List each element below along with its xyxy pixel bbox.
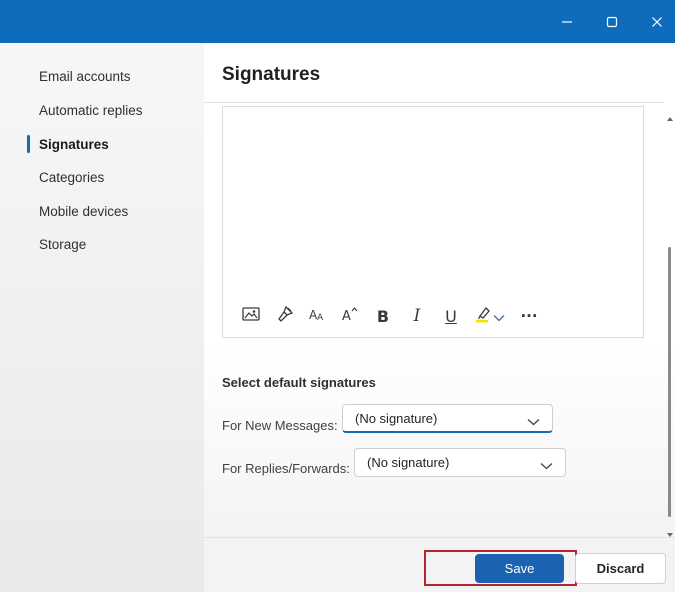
chevron-down-icon: [527, 414, 540, 429]
scrollbar-thumb[interactable]: [668, 247, 671, 517]
italic-icon: I: [413, 306, 421, 326]
new-messages-signature-select[interactable]: (No signature): [342, 404, 553, 433]
scroll-down-arrow-icon[interactable]: [667, 525, 673, 537]
close-button[interactable]: [643, 8, 671, 36]
format-painter-button[interactable]: [273, 304, 297, 328]
close-icon: [651, 16, 663, 28]
discard-button[interactable]: Discard: [575, 553, 666, 584]
font-size-icon: A A: [308, 306, 326, 326]
underline-icon: U: [445, 306, 457, 326]
more-options-button[interactable]: ···: [517, 304, 541, 328]
replies-forwards-label: For Replies/Forwards:: [222, 461, 350, 476]
chevron-down-icon: [540, 458, 553, 473]
active-nav-indicator: [27, 135, 30, 153]
format-painter-icon: [276, 305, 294, 327]
default-signatures-heading: Select default signatures: [222, 375, 376, 390]
maximize-icon: [606, 16, 618, 28]
sidebar-item-email-accounts[interactable]: Email accounts: [39, 69, 131, 84]
sidebar-item-mobile-devices[interactable]: Mobile devices: [39, 204, 128, 219]
svg-text:A: A: [342, 309, 351, 322]
scroll-up-arrow-icon[interactable]: [667, 109, 673, 121]
signature-text-area[interactable]: [223, 107, 643, 287]
sidebar-item-automatic-replies[interactable]: Automatic replies: [39, 103, 143, 118]
font-grow-icon: A: [341, 306, 359, 326]
new-messages-label: For New Messages:: [222, 418, 338, 433]
bold-button[interactable]: B: [371, 304, 395, 328]
new-messages-selected-value: (No signature): [355, 410, 438, 426]
maximize-button[interactable]: [598, 8, 626, 36]
sidebar-item-storage[interactable]: Storage: [39, 237, 86, 252]
sidebar-item-categories[interactable]: Categories: [39, 170, 104, 185]
save-button[interactable]: Save: [475, 554, 564, 583]
replies-forwards-signature-select[interactable]: (No signature): [354, 448, 566, 477]
font-grow-button[interactable]: A: [338, 304, 362, 328]
svg-text:A: A: [317, 313, 324, 322]
underline-button[interactable]: U: [439, 304, 463, 328]
header-divider: [204, 102, 664, 103]
insert-picture-button[interactable]: [239, 304, 263, 328]
highlight-color-dropdown[interactable]: [491, 304, 507, 328]
bold-icon: B: [376, 306, 390, 326]
minimize-icon: [561, 16, 573, 28]
chevron-down-icon: [493, 307, 505, 326]
page-title: Signatures: [222, 64, 321, 85]
italic-button[interactable]: I: [405, 304, 429, 328]
sidebar-item-signatures[interactable]: Signatures: [39, 137, 109, 152]
replies-forwards-selected-value: (No signature): [367, 455, 450, 470]
minimize-button[interactable]: [553, 8, 581, 36]
more-options-icon: ···: [520, 307, 538, 325]
signature-editor: A A A B I U ···: [222, 106, 644, 338]
insert-picture-icon: [242, 306, 260, 326]
font-size-button[interactable]: A A: [305, 304, 329, 328]
settings-sidebar: [0, 43, 204, 592]
